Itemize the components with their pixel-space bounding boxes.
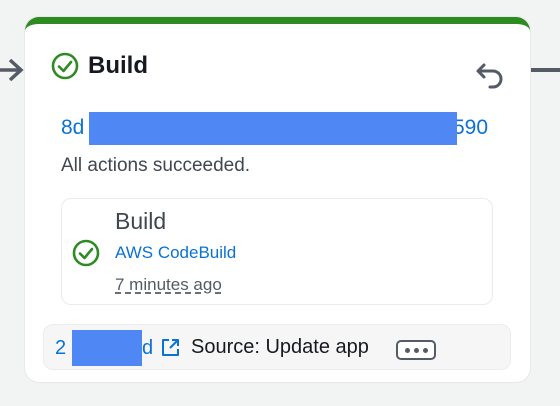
source-commit-message: Source: Update app	[191, 336, 369, 358]
stage-commit-link[interactable]: 8d 590	[61, 112, 491, 146]
stage-title: Build	[88, 52, 148, 79]
action-title: Build	[115, 208, 167, 234]
redaction-box	[89, 112, 457, 145]
redaction-box	[72, 330, 142, 366]
stage-summary: All actions succeeded.	[61, 155, 251, 176]
commit-id-suffix[interactable]: 590	[453, 116, 488, 140]
action-timestamp[interactable]: 7 minutes ago	[115, 275, 222, 295]
source-commit-suffix[interactable]: d	[142, 337, 153, 360]
outgoing-connector	[530, 68, 560, 72]
action-card-build: Build AWS CodeBuild 7 minutes ago	[61, 198, 493, 305]
source-commit-prefix[interactable]: 2	[55, 337, 66, 360]
stage-header: Build	[51, 52, 148, 80]
retry-arrow-icon[interactable]	[471, 60, 505, 94]
incoming-arrow-icon	[0, 58, 24, 82]
source-revision-row: 2 d Source: Update app	[43, 324, 511, 370]
action-provider-link[interactable]: AWS CodeBuild	[115, 243, 236, 263]
ellipsis-icon[interactable]	[396, 340, 436, 360]
check-circle-icon	[51, 52, 79, 80]
external-link-icon[interactable]	[161, 338, 180, 357]
check-circle-icon	[72, 239, 100, 267]
commit-id-prefix[interactable]: 8d	[61, 116, 84, 140]
stage-card-build: Build 8d 590 All actions succeeded. Buil…	[25, 17, 530, 382]
